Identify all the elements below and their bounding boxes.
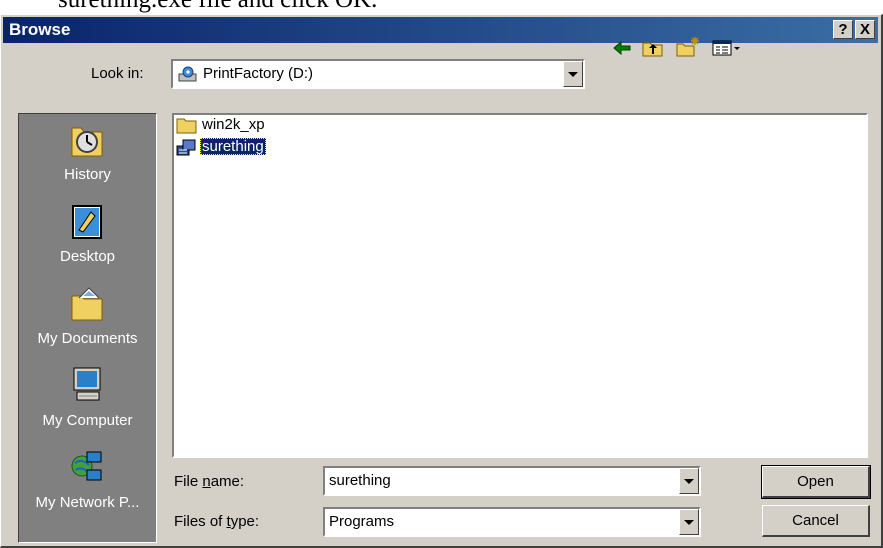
drive-icon: [178, 66, 197, 82]
file-type-select[interactable]: Programs: [323, 507, 701, 537]
file-list[interactable]: win2k_xp surething: [172, 113, 868, 458]
back-icon[interactable]: [611, 38, 633, 58]
place-label-my-network: My Network P...: [35, 494, 140, 511]
my-documents-icon: [71, 287, 103, 321]
view-menu-icon[interactable]: [711, 38, 741, 58]
open-button[interactable]: Open: [761, 465, 871, 499]
place-label-my-computer: My Computer: [42, 412, 133, 429]
my-network-icon: [71, 451, 102, 481]
place-label-desktop: Desktop: [59, 248, 116, 265]
place-label-my-documents: My Documents: [37, 330, 138, 347]
file-type-label: Files of type:: [174, 513, 260, 530]
place-my-network[interactable]: My Network P...: [19, 446, 156, 526]
desktop-icon: [72, 205, 102, 239]
look-in-select[interactable]: PrintFactory (D:): [171, 59, 585, 89]
close-button[interactable]: X: [855, 20, 875, 39]
document-instruction-text: surething.exe file and click OK.: [58, 0, 377, 14]
folder-icon: [176, 118, 197, 134]
help-button[interactable]: ?: [833, 20, 853, 39]
up-folder-icon[interactable]: [641, 38, 665, 58]
history-icon: [71, 127, 103, 157]
chevron-down-icon: [568, 71, 578, 77]
file-name-field[interactable]: surething: [323, 466, 701, 496]
place-my-documents[interactable]: My Documents: [19, 282, 156, 362]
chevron-down-icon: [684, 478, 694, 484]
place-my-computer[interactable]: My Computer: [19, 364, 156, 444]
look-in-label: Look in:: [91, 65, 144, 82]
place-label-history: History: [64, 166, 111, 183]
title-bar[interactable]: Browse ? X: [3, 17, 878, 43]
file-type-value: Programs: [329, 513, 395, 530]
file-type-dropdown-button[interactable]: [679, 509, 699, 535]
my-computer-icon: [73, 367, 101, 401]
file-name-dropdown-button[interactable]: [679, 468, 699, 494]
file-name-label: surething: [200, 138, 266, 155]
file-name-field-label: File name:: [174, 473, 245, 490]
look-in-value: PrintFactory (D:): [203, 65, 314, 82]
file-name-label: win2k_xp: [202, 116, 265, 133]
chevron-down-icon: [684, 519, 694, 525]
dialog-title: Browse: [9, 20, 71, 39]
file-name-value: surething: [329, 472, 391, 489]
look-in-dropdown-button[interactable]: [563, 61, 583, 87]
places-bar: History Desktop My Documents My Computer…: [18, 113, 157, 543]
cancel-button[interactable]: Cancel: [762, 505, 870, 537]
new-folder-icon[interactable]: [675, 36, 701, 58]
browse-dialog: Browse ? X Look in: PrintFactory (D:) Hi…: [0, 14, 883, 548]
place-history[interactable]: History: [19, 118, 156, 198]
place-desktop[interactable]: Desktop: [19, 200, 156, 280]
program-icon: [176, 139, 196, 156]
